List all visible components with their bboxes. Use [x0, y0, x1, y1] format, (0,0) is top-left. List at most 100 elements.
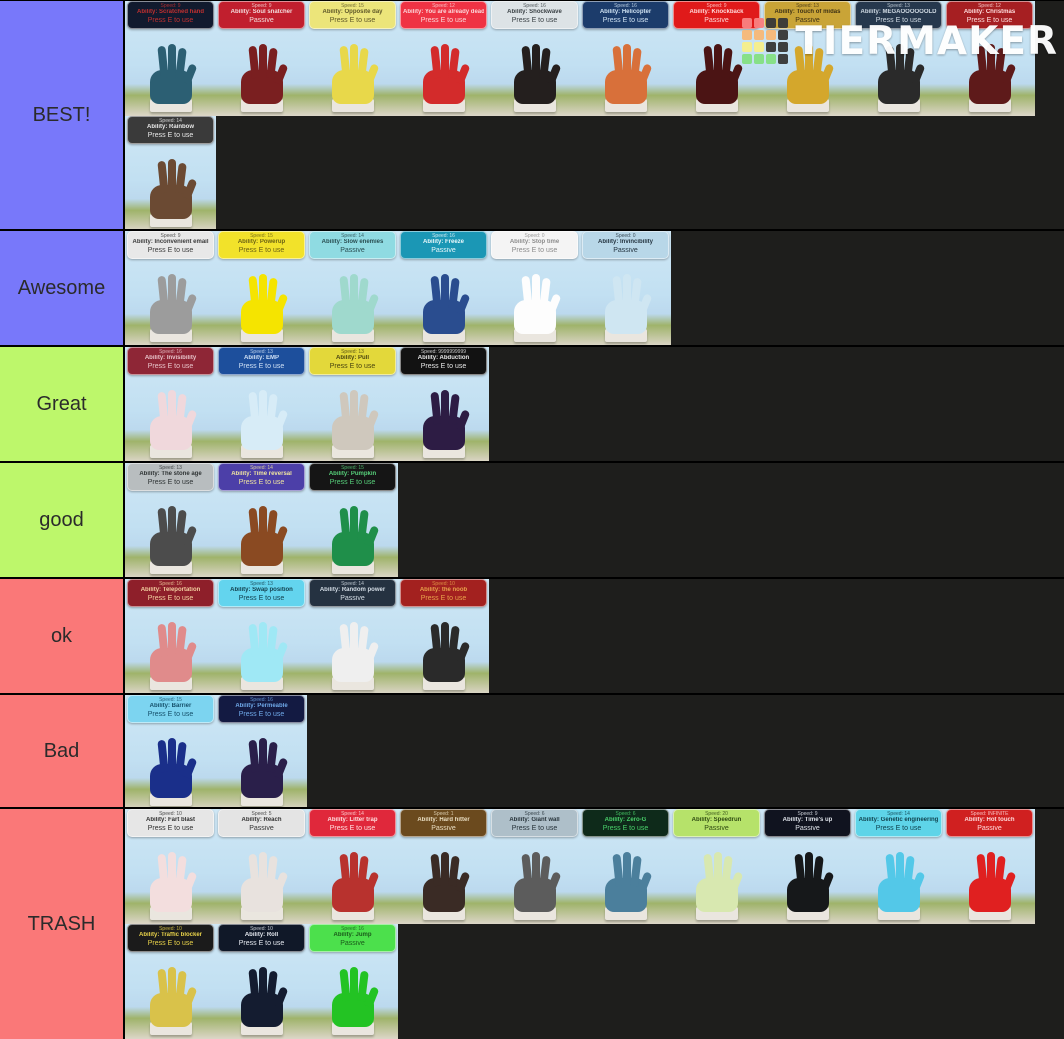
glove-thumbnail[interactable]: Speed: 9999999999 Ability: Abduction Press…: [398, 347, 489, 461]
glove-thumbnail[interactable]: Speed: 14 Ability: Genetic engineering Pre…: [853, 809, 944, 924]
ability-card: Speed: 16 Ability: Invisibility Press E to…: [127, 347, 214, 375]
glove-finger: [713, 852, 722, 886]
glove-speed-stat: Speed: 15: [341, 465, 364, 471]
glove-use-hint: Press E to use: [147, 246, 194, 254]
glove-speed-stat: Speed: 5: [251, 811, 272, 817]
glove-thumbnail[interactable]: Speed: 14 Ability: Time reversal Press E t…: [216, 463, 307, 577]
glove-hand-icon: [326, 270, 380, 334]
ability-card: Speed: INFINITE Ability: Hot touch Passive: [946, 809, 1033, 837]
glove-speed-stat: Speed: 6: [524, 811, 545, 817]
tier-label-good[interactable]: good: [0, 463, 125, 577]
tier-items-container[interactable]: Speed: 15 Ability: Barrier Press E to use S…: [125, 695, 1064, 807]
glove-use-hint: Press E to use: [147, 939, 194, 947]
glove-thumbnail[interactable]: Speed: 9 Ability: Scratched hand Press E t…: [125, 1, 216, 116]
glove-thumbnail[interactable]: Speed: 14 Ability: Litter trap Press E to …: [307, 809, 398, 924]
glove-thumbnail[interactable]: Speed: 16 Ability: Invisibility Press E to…: [125, 347, 216, 461]
glove-hand-icon: [508, 40, 562, 104]
tier-items-container[interactable]: Speed: 9 Ability: Inconvenient email Press…: [125, 231, 1064, 345]
glove-use-hint: Passive: [704, 16, 729, 24]
tier-label-best-[interactable]: BEST!: [0, 1, 125, 229]
glove-use-hint: Press E to use: [602, 824, 649, 832]
ability-card: Speed: 16 Ability: Teleportation Press E t…: [127, 579, 214, 607]
glove-thumbnail[interactable]: Speed: 14 Ability: Rainbow Press E to use: [125, 116, 216, 229]
glove-thumbnail[interactable]: Speed: INFINITE Ability: Hot touch Passive: [944, 809, 1035, 924]
glove-thumbnail[interactable]: Speed: 13 Ability: Swap position Press E t…: [216, 579, 307, 693]
glove-hand-icon: [144, 270, 198, 334]
glove-speed-stat: Speed: 16: [159, 581, 182, 587]
glove-speed-stat: Speed: 13: [159, 465, 182, 471]
glove-thumbnail[interactable]: Speed: 14 Ability: Random power Passive: [307, 579, 398, 693]
glove-thumbnail[interactable]: Speed: 16 Ability: Helicopter Press E to u…: [580, 1, 671, 116]
glove-finger: [440, 44, 449, 78]
glove-thumbnail[interactable]: Speed: 0 Ability: Stop time Press E to use: [489, 231, 580, 345]
glove-use-hint: Press E to use: [966, 16, 1013, 24]
ability-card: Speed: 9 Ability: Knockback Passive: [673, 1, 760, 29]
glove-thumbnail[interactable]: Speed: 9 Ability: Time's up Passive: [762, 809, 853, 924]
glove-thumbnail[interactable]: Speed: 9 Ability: Soul snatcher Passive: [216, 1, 307, 116]
glove-use-hint: Passive: [249, 16, 274, 24]
glove-ability-name: Ability: Random power: [319, 587, 386, 594]
glove-thumbnail[interactable]: Speed: 16 Ability: Freeze Passive: [398, 231, 489, 345]
glove-thumbnail[interactable]: Speed: 15 Ability: Barrier Press E to use: [125, 695, 216, 807]
glove-thumbnail[interactable]: Speed: 12 Ability: Christmas Press E to us…: [944, 1, 1035, 116]
glove-hand-icon: [417, 270, 471, 334]
glove-hand-icon: [781, 848, 835, 912]
glove-thumbnail[interactable]: Speed: 5 Ability: Reach Passive: [216, 809, 307, 924]
glove-thumbnail[interactable]: Speed: 13 Ability: Pull Press E to use: [307, 347, 398, 461]
glove-thumbnail[interactable]: Speed: 10 Ability: the noob Press E to use: [398, 579, 489, 693]
glove-thumbnail[interactable]: Speed: 16 Ability: Teleportation Press E t…: [125, 579, 216, 693]
glove-thumbnail[interactable]: Speed: 13 Ability: The stone age Press E t…: [125, 463, 216, 577]
glove-thumbnail[interactable]: Speed: 16 Ability: Shockwave Press E to us…: [489, 1, 580, 116]
glove-thumbnail[interactable]: Speed: 16 Ability: Permeable Press E to us…: [216, 695, 307, 807]
tier-label-ok[interactable]: ok: [0, 579, 125, 693]
glove-thumbnail[interactable]: Speed: 6 Ability: Zero-G Press E to use: [580, 809, 671, 924]
glove-speed-stat: Speed: 0: [615, 233, 636, 239]
tier-items-container[interactable]: Speed: 13 Ability: The stone age Press E t…: [125, 463, 1064, 577]
glove-thumbnail[interactable]: Speed: 6 Ability: Giant wall Press E to us…: [489, 809, 580, 924]
tier-label-trash[interactable]: TRASH: [0, 809, 125, 1039]
glove-thumbnail[interactable]: Speed: 13 Ability: EMP Press E to use: [216, 347, 307, 461]
glove-ability-name: Ability: Roll: [244, 932, 279, 939]
ability-card: Speed: 15 Ability: Powerup Press E to use: [218, 231, 305, 259]
glove-hand-icon: [417, 386, 471, 450]
tier-items-container[interactable]: Speed: 9 Ability: Scratched hand Press E t…: [125, 1, 1064, 229]
tier-label-awesome[interactable]: Awesome: [0, 231, 125, 345]
glove-thumbnail[interactable]: Speed: 9 Ability: Inconvenient email Press…: [125, 231, 216, 345]
glove-speed-stat: Speed: 13: [887, 3, 910, 9]
glove-thumbnail[interactable]: Speed: 10 Ability: Roll Press E to use: [216, 924, 307, 1039]
glove-thumbnail[interactable]: Speed: 13 Ability: Touch of midas Passive: [762, 1, 853, 116]
glove-finger: [349, 852, 358, 886]
glove-thumbnail[interactable]: Speed: 1 Ability: Hard hitter Passive: [398, 809, 489, 924]
glove-thumbnail[interactable]: Speed: 15 Ability: Powerup Press E to use: [216, 231, 307, 345]
glove-thumbnail[interactable]: Speed: 14 Ability: Slow enemies Passive: [307, 231, 398, 345]
glove-speed-stat: Speed: 15: [250, 233, 273, 239]
glove-ability-name: Ability: the noob: [419, 587, 468, 594]
glove-hand-icon: [872, 40, 926, 104]
glove-thumbnail[interactable]: Speed: 13 Ability: MEGAOOOOOOLD Press E to…: [853, 1, 944, 116]
tier-label-bad[interactable]: Bad: [0, 695, 125, 807]
glove-finger: [349, 967, 358, 1001]
tier-items-container[interactable]: Speed: 16 Ability: Teleportation Press E t…: [125, 579, 1064, 693]
glove-thumbnail[interactable]: Speed: 0 Ability: Invincibility Passive: [580, 231, 671, 345]
glove-use-hint: Press E to use: [147, 710, 194, 718]
tier-items-container[interactable]: Speed: 10 Ability: Fart blast Press E to u…: [125, 809, 1064, 1039]
glove-ability-name: Ability: Speedrun: [691, 817, 742, 824]
glove-thumbnail[interactable]: Speed: 20 Ability: Speedrun Passive: [671, 809, 762, 924]
glove-ability-name: Ability: Traffic blocker: [138, 932, 202, 939]
glove-use-hint: Press E to use: [329, 362, 376, 370]
glove-thumbnail[interactable]: Speed: 15 Ability: Opposite day Press E to…: [307, 1, 398, 116]
tier-label-great[interactable]: Great: [0, 347, 125, 461]
glove-thumbnail[interactable]: Speed: 12 Ability: You are already dead Pr…: [398, 1, 489, 116]
glove-thumbnail[interactable]: Speed: 10 Ability: Traffic blocker Press E…: [125, 924, 216, 1039]
glove-hand-icon: [326, 848, 380, 912]
glove-thumbnail[interactable]: Speed: 10 Ability: Fart blast Press E to u…: [125, 809, 216, 924]
glove-thumbnail[interactable]: Speed: 15 Ability: Pumpkin Press E to use: [307, 463, 398, 577]
glove-use-hint: Press E to use: [147, 16, 194, 24]
glove-ability-name: Ability: Time reversal: [231, 471, 292, 478]
glove-finger: [804, 44, 813, 78]
glove-thumbnail[interactable]: Speed: 16 Ability: Jump Passive: [307, 924, 398, 1039]
tier-items-container[interactable]: Speed: 16 Ability: Invisibility Press E to…: [125, 347, 1064, 461]
glove-ability-name: Ability: Hard hitter: [417, 817, 470, 824]
glove-thumbnail[interactable]: Speed: 9 Ability: Knockback Passive: [671, 1, 762, 116]
ability-card: Speed: 16 Ability: Freeze Passive: [400, 231, 487, 259]
